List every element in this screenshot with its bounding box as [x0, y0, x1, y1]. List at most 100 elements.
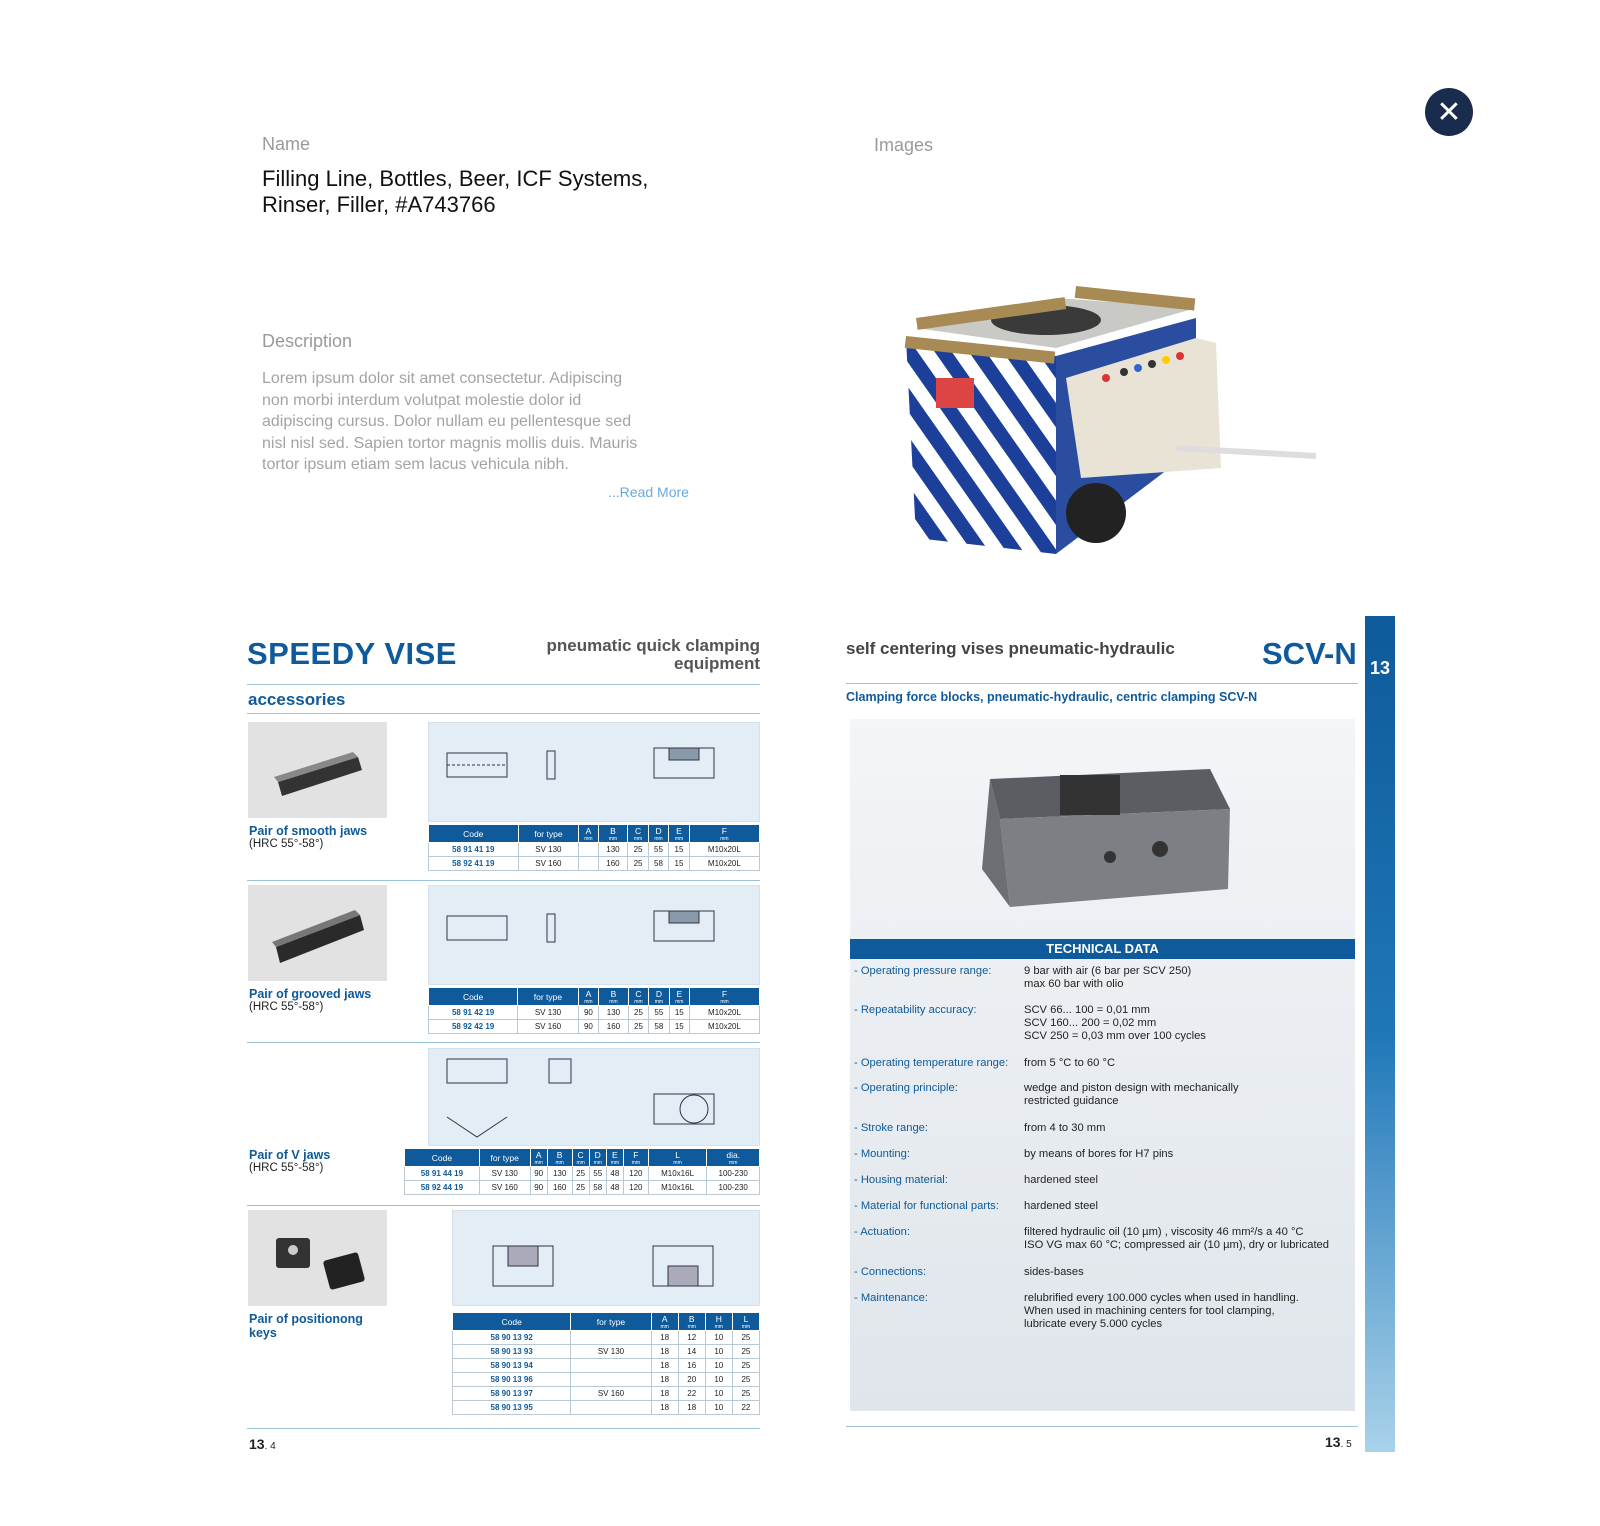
table-cell: SV 130 [517, 842, 580, 857]
right-page-title: self centering vises pneumatic-hydraulic [846, 639, 1175, 658]
table-cell: SV 160 [478, 1180, 531, 1195]
table-cell: M10x20L [689, 1019, 760, 1034]
table-header: Cmm [627, 824, 649, 843]
table-cell: SV 160 [517, 856, 580, 871]
tech-key: - Connections: [854, 1266, 927, 1278]
table-cell: 25 [731, 1330, 761, 1345]
table-cell: SV 160 [517, 1019, 579, 1034]
product-name-line: Rinser, Filler, #A743766 [262, 192, 496, 217]
table-cell: 10 [704, 1358, 733, 1373]
table-cell: 15 [668, 842, 690, 857]
close-button[interactable]: ✕ [1425, 88, 1473, 136]
table-cell [578, 856, 599, 871]
table-cell: SV 160 [570, 1386, 652, 1401]
scv-n-block-image [982, 769, 1230, 907]
table-cell: 25 [627, 856, 649, 871]
table-cell: 10 [704, 1330, 733, 1345]
table-cell: 25 [731, 1372, 761, 1387]
table-cell: 12 [677, 1330, 706, 1345]
table-cell: 22 [677, 1386, 706, 1401]
tech-value: 9 bar with air (6 bar per SCV 250) max 60… [1024, 965, 1192, 991]
description-text: Lorem ipsum dolor sit amet consectetur. … [262, 370, 638, 473]
subtitle-line: equipment [674, 654, 760, 673]
subtitle-line: pneumatic quick clamping [546, 636, 761, 655]
positioning-keys-photo [248, 1210, 387, 1306]
item-hardness: (HRC 55°-58°) [249, 1001, 324, 1013]
table-header: Cmm [571, 1148, 590, 1167]
smooth-jaws-caption: Pair of smooth jaws (HRC 55°-58°) [249, 824, 399, 850]
table-header: for type [517, 824, 580, 843]
table-cell: 130 [598, 1005, 629, 1020]
close-icon: ✕ [1436, 94, 1462, 130]
table-cell: M10x20L [688, 842, 761, 857]
table-cell: 16 [677, 1358, 706, 1373]
table-header: Bmm [677, 1312, 706, 1331]
table-cell: 18 [650, 1330, 679, 1345]
table-cell: 25 [627, 1005, 650, 1020]
table-cell: 20 [677, 1372, 706, 1387]
tech-key: - Stroke range: [854, 1122, 928, 1134]
table-cell: M10x20L [689, 1005, 760, 1020]
table-cell: SV 130 [570, 1344, 652, 1359]
grooved-jaws-caption: Pair of grooved jaws (HRC 55°-58°) [249, 987, 399, 1013]
table-header: Fmm [622, 1148, 649, 1167]
table-cell: 25 [731, 1386, 761, 1401]
table-cell: 58 91 42 19 [427, 1005, 519, 1020]
table-row: 58 92 41 19 SV 160 160 25 58 15 M10x20L [428, 856, 761, 871]
table-cell: 90 [529, 1180, 548, 1195]
table-cell: 18 [650, 1358, 679, 1373]
table-header: Amm [577, 987, 600, 1006]
tech-value: relubrified every 100.000 cycles when us… [1024, 1292, 1299, 1331]
table-cell: 15 [668, 856, 690, 871]
table-header: for type [478, 1148, 531, 1167]
table-row: 58 90 13 95 18 18 10 22 [451, 1400, 761, 1415]
table-cell: 48 [605, 1180, 624, 1195]
table-cell: 90 [529, 1166, 548, 1181]
grooved-jaws-table: Code for type Amm Bmm Cmm Dmm Emm Fmm 58 91 42 1… [427, 987, 760, 1034]
tech-key: - Operating principle: [854, 1082, 958, 1094]
table-cell: 90 [577, 1019, 600, 1034]
table-header: Hmm [704, 1312, 733, 1331]
v-jaws-caption: Pair of V jaws (HRC 55°-58°) [249, 1148, 399, 1174]
table-cell: 55 [648, 1005, 670, 1020]
chapter-tab: 13 [1365, 616, 1395, 1452]
table-row: 58 91 42 19 SV 130 90 130 25 55 15 M10x20L [427, 1005, 760, 1020]
table-cell [570, 1372, 652, 1387]
table-header: Amm [578, 824, 599, 843]
table-cell: 18 [650, 1344, 679, 1359]
table-cell: 130 [597, 842, 629, 857]
table-cell: 160 [598, 1019, 629, 1034]
machine-image[interactable] [876, 268, 1336, 554]
product-name: Filling Line, Bottles, Beer, ICF Systems… [262, 166, 702, 218]
tech-value: SCV 66... 100 = 0,01 mm SCV 160... 200 = … [1024, 1004, 1206, 1043]
table-header: Fmm [689, 987, 760, 1006]
table-cell: 14 [677, 1344, 706, 1359]
table-cell [570, 1330, 652, 1345]
table-cell: SV 130 [517, 1005, 579, 1020]
product-code: SCV-N [1262, 636, 1357, 671]
chapter-number: 13 [1369, 658, 1391, 678]
table-cell: 58 90 13 93 [451, 1344, 572, 1359]
tech-key: - Material for functional parts: [854, 1200, 999, 1212]
left-page-title: SPEEDY VISE [247, 636, 457, 671]
tech-key: - Operating pressure range: [854, 965, 992, 977]
tech-value: sides-bases [1024, 1266, 1084, 1278]
table-header: Emm [668, 824, 690, 843]
table-cell: 10 [704, 1386, 733, 1401]
page-number: 13 [1325, 1434, 1341, 1450]
table-cell: 160 [546, 1180, 573, 1195]
item-name: Pair of V jaws [249, 1148, 331, 1162]
read-more-link[interactable]: ...Read More [608, 484, 689, 500]
tech-value: hardened steel [1024, 1174, 1099, 1186]
table-cell: M10x20L [688, 856, 761, 871]
table-cell: SV 130 [478, 1166, 531, 1181]
page-subnumber: . 4 [264, 1441, 276, 1452]
tech-key: - Operating temperature range: [854, 1057, 1009, 1069]
tech-value: hardened steel [1024, 1200, 1099, 1212]
tech-value: by means of bores for H7 pins [1024, 1148, 1174, 1160]
table-cell: 90 [577, 1005, 600, 1020]
table-cell: 58 [588, 1180, 607, 1195]
table-cell: 10 [704, 1372, 733, 1387]
page-subnumber: . 5 [1340, 1439, 1352, 1450]
table-cell: 58 91 41 19 [428, 842, 519, 857]
